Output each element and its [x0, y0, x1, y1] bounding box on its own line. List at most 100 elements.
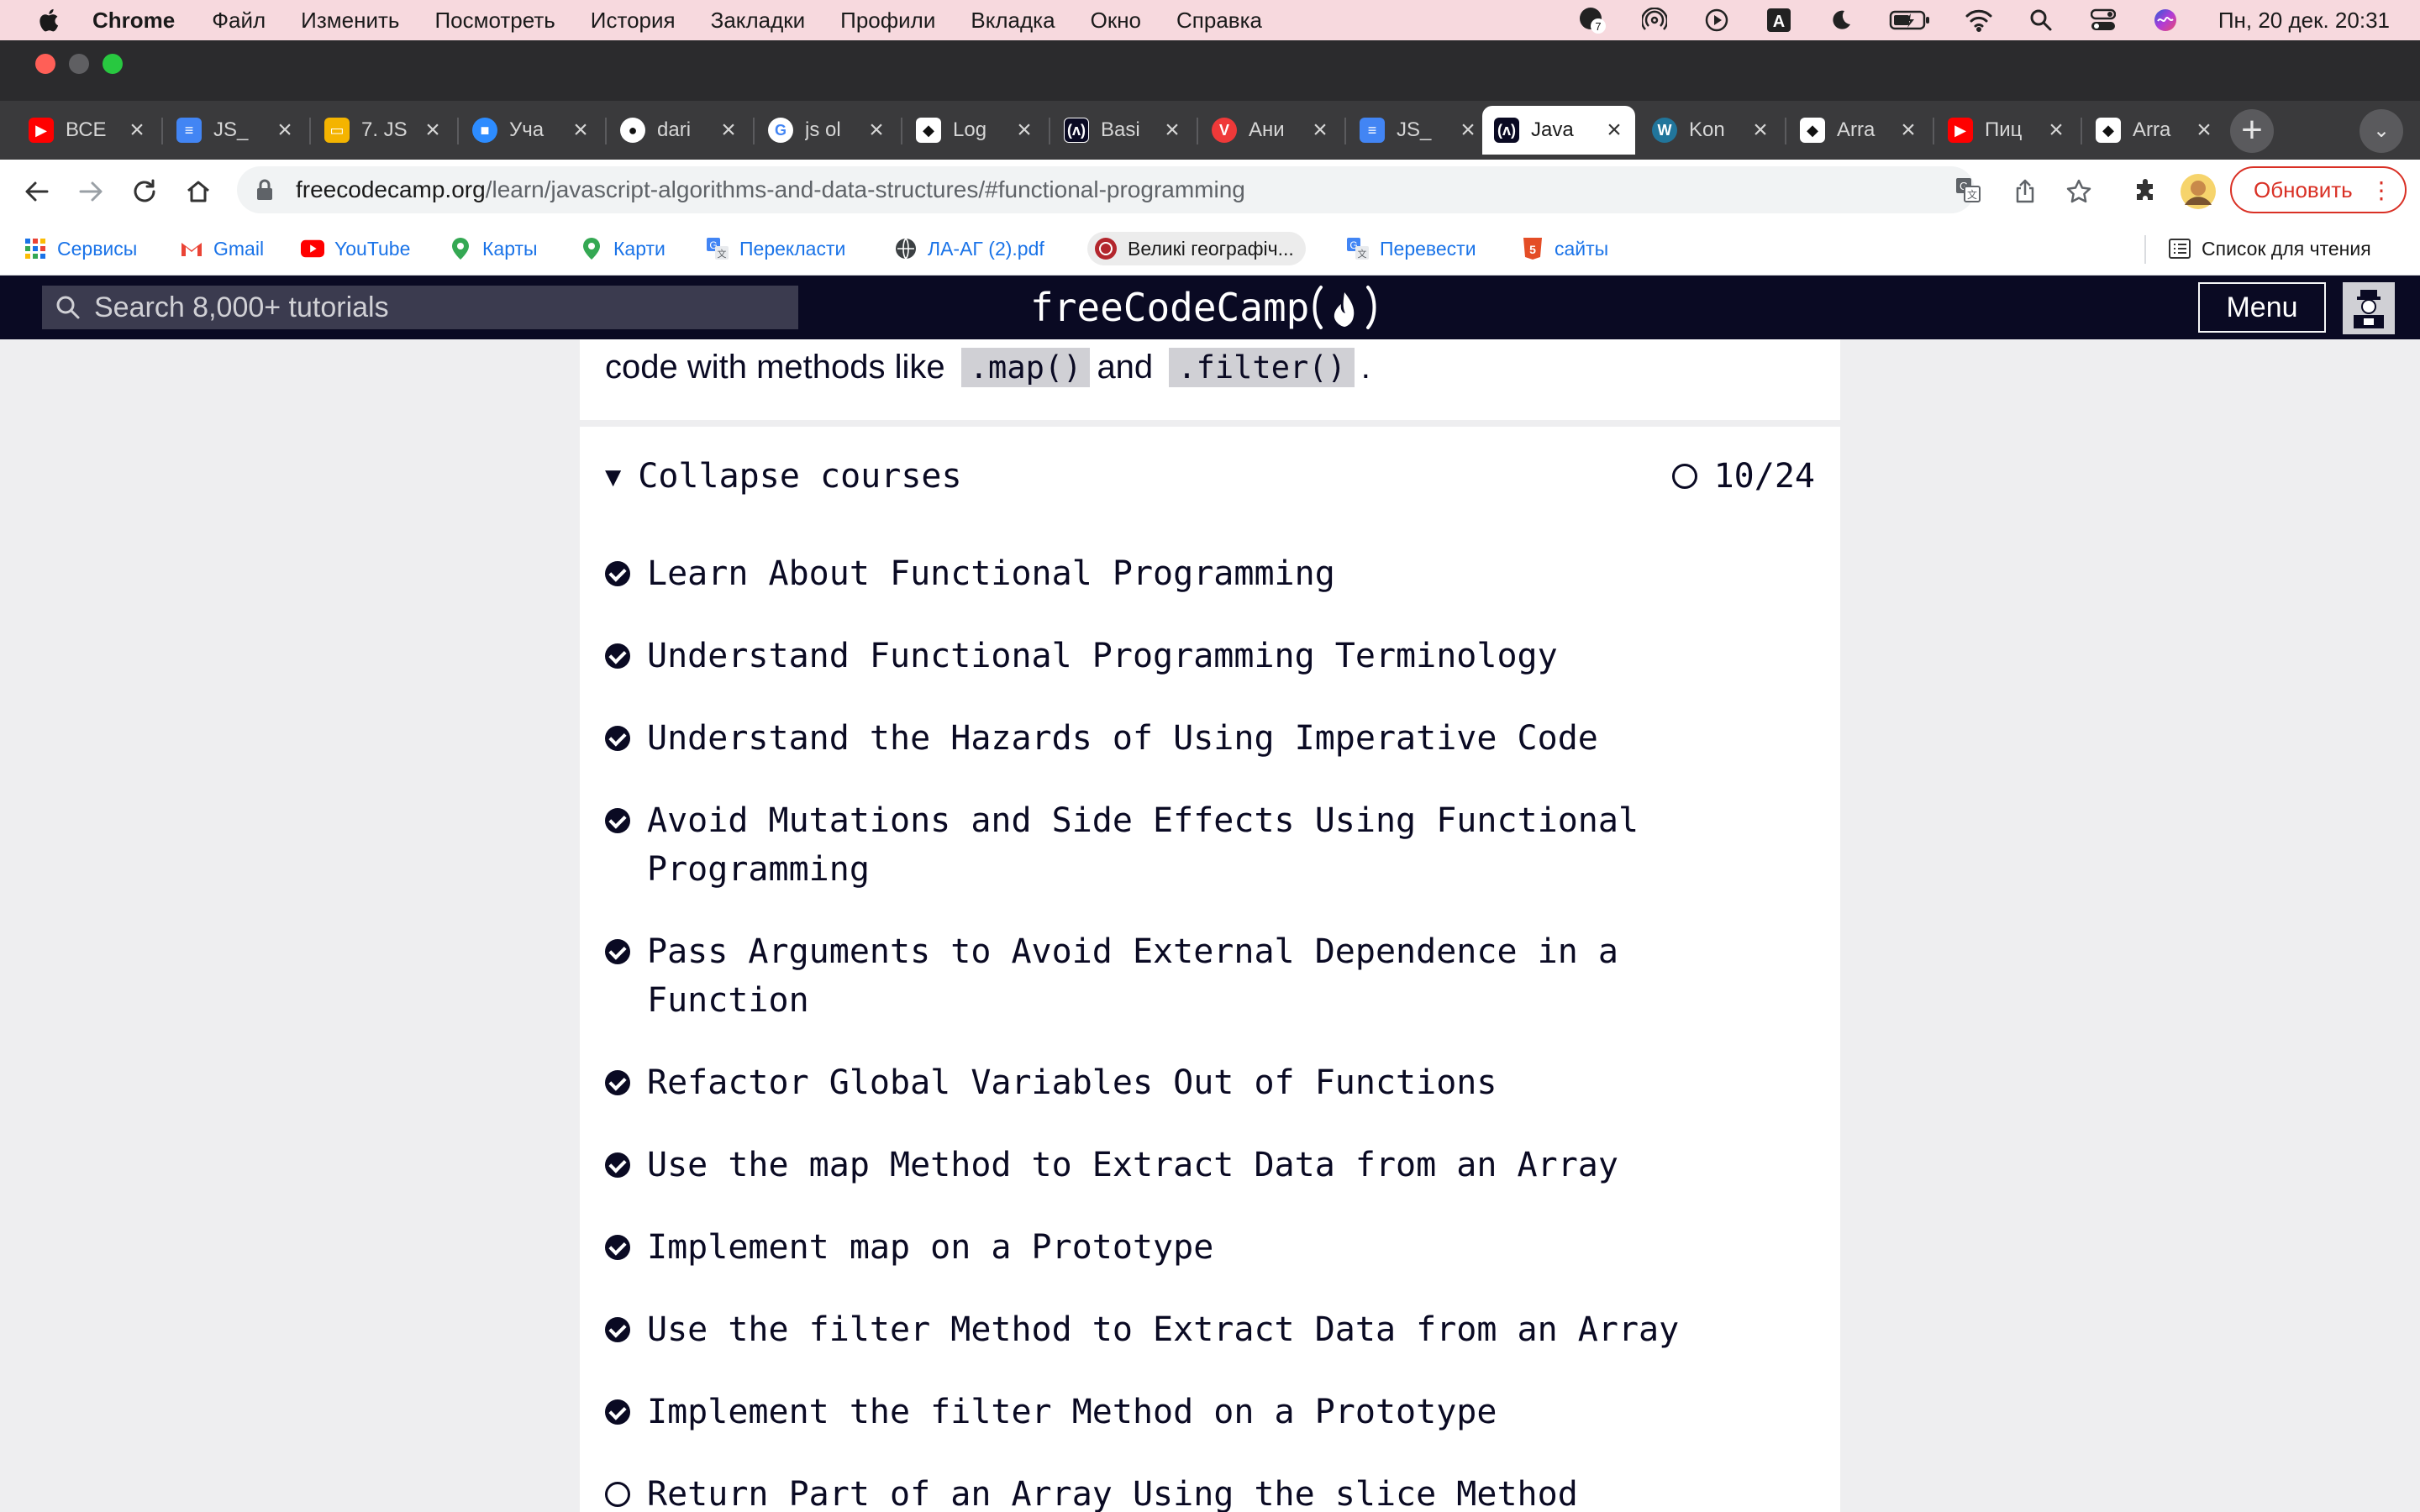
close-tab-icon[interactable]: ×: [1163, 118, 1181, 143]
tab-2[interactable]: ▭ 7. JS ×: [313, 106, 454, 155]
tab-1[interactable]: ≡ JS_ ×: [165, 106, 306, 155]
lesson-link[interactable]: Return Part of an Array Using the slice …: [605, 1470, 1798, 1512]
bookmark-maps-ua[interactable]: Карти: [580, 232, 666, 265]
menu-tab[interactable]: Вкладка: [971, 8, 1055, 34]
close-tab-icon[interactable]: ×: [867, 118, 886, 143]
fcc-menu-button[interactable]: Menu: [2198, 282, 2326, 333]
lesson-link[interactable]: Use the filter Method to Extract Data fr…: [605, 1305, 1798, 1354]
tab-14[interactable]: ◆ Arra ×: [2084, 106, 2225, 155]
translate-button[interactable]: G文: [1951, 170, 1985, 210]
airdrop-icon[interactable]: [1640, 6, 1669, 34]
tab-7[interactable]: (ʌ) Basi ×: [1052, 106, 1193, 155]
close-tab-icon[interactable]: ×: [424, 118, 442, 143]
close-tab-icon[interactable]: ×: [1459, 118, 1477, 143]
menu-history[interactable]: История: [591, 8, 676, 34]
menu-app-name[interactable]: Chrome: [92, 8, 175, 34]
apple-icon[interactable]: [37, 8, 59, 33]
notification-app-icon[interactable]: 7: [1578, 6, 1607, 34]
apps-grid-icon: [24, 237, 47, 260]
close-tab-icon[interactable]: ×: [571, 118, 590, 143]
menu-help[interactable]: Справка: [1176, 8, 1262, 34]
moon-icon[interactable]: [1827, 6, 1855, 34]
siri-icon[interactable]: [2151, 6, 2180, 34]
tab-10-active[interactable]: (ʌ) Java ×: [1482, 106, 1635, 155]
tab-6[interactable]: ◆ Log ×: [904, 106, 1045, 155]
menu-window[interactable]: Окно: [1091, 8, 1141, 34]
home-button[interactable]: [178, 171, 218, 212]
close-tab-icon[interactable]: ×: [1311, 118, 1329, 143]
close-tab-icon[interactable]: ×: [1605, 118, 1623, 143]
menu-file[interactable]: Файл: [212, 8, 266, 34]
lesson-link[interactable]: Avoid Mutations and Side Effects Using F…: [605, 796, 1697, 894]
check-circle-icon: [605, 1317, 630, 1342]
close-tab-icon[interactable]: ×: [1015, 118, 1034, 143]
tab-3[interactable]: ■ Уча ×: [460, 106, 602, 155]
bookmark-translate-ua[interactable]: G文 Перекласти: [706, 232, 845, 265]
menu-profiles[interactable]: Профили: [840, 8, 935, 34]
address-bar[interactable]: freecodecamp.org/learn/javascript-algori…: [237, 166, 1975, 213]
minimize-window-button[interactable]: [69, 54, 89, 74]
lesson-link[interactable]: Use the map Method to Extract Data from …: [605, 1141, 1798, 1189]
bookmark-apps[interactable]: Сервисы: [24, 232, 137, 265]
tab-0[interactable]: ▶ ВСЕ ×: [17, 106, 158, 155]
menu-bookmarks[interactable]: Закладки: [711, 8, 806, 34]
more-vert-icon[interactable]: ⋮: [2370, 175, 2393, 207]
bookmark-pdf[interactable]: ЛА-АГ (2).pdf: [894, 232, 1044, 265]
battery-icon[interactable]: [1889, 6, 1931, 34]
lesson-link[interactable]: Implement map on a Prototype: [605, 1223, 1798, 1272]
close-tab-icon[interactable]: ×: [2195, 118, 2213, 143]
bookmark-translate-ru[interactable]: G文 Перевести: [1346, 232, 1476, 265]
close-tab-icon[interactable]: ×: [1899, 118, 1918, 143]
bookmark-geography[interactable]: Великі географіч...: [1087, 232, 1306, 265]
update-chrome-button[interactable]: Обновить ⋮: [2230, 166, 2407, 213]
tab-5[interactable]: G js ol ×: [756, 106, 897, 155]
lock-icon[interactable]: [255, 179, 274, 201]
forward-button[interactable]: [71, 171, 111, 212]
tab-8[interactable]: V Ани ×: [1200, 106, 1341, 155]
lesson-link[interactable]: Pass Arguments to Avoid External Depende…: [605, 927, 1697, 1025]
close-tab-icon[interactable]: ×: [1751, 118, 1770, 143]
bookmark-gmail[interactable]: Gmail: [180, 232, 264, 265]
fcc-user-avatar[interactable]: [2343, 282, 2395, 334]
menu-edit[interactable]: Изменить: [301, 8, 399, 34]
lesson-link[interactable]: Implement the filter Method on a Prototy…: [605, 1388, 1798, 1436]
bookmark-sites[interactable]: 5 сайты: [1521, 232, 1608, 265]
input-source-icon[interactable]: A: [1765, 6, 1793, 34]
maximize-window-button[interactable]: [103, 54, 123, 74]
close-tab-icon[interactable]: ×: [719, 118, 738, 143]
tab-9[interactable]: ≡ JS_ ×: [1348, 106, 1489, 155]
play-icon[interactable]: [1702, 6, 1731, 34]
extensions-button[interactable]: [2126, 171, 2166, 212]
reload-button[interactable]: [124, 171, 165, 212]
share-button[interactable]: [2005, 171, 2045, 212]
menu-bar-clock[interactable]: Пн, 20 дек. 20:31: [2218, 8, 2390, 34]
reading-list-button[interactable]: Список для чтения: [2168, 232, 2371, 265]
tab-4[interactable]: ● dari ×: [608, 106, 750, 155]
close-tab-icon[interactable]: ×: [276, 118, 294, 143]
fcc-search-bar[interactable]: Search 8,000+ tutorials: [42, 286, 798, 329]
tab-13[interactable]: ▶ Пиц ×: [1936, 106, 2077, 155]
bookmark-youtube[interactable]: YouTube: [301, 232, 410, 265]
menu-view[interactable]: Посмотреть: [434, 8, 555, 34]
control-center-icon[interactable]: [2089, 6, 2118, 34]
lesson-link[interactable]: Understand Functional Programming Termin…: [605, 632, 1798, 680]
back-button[interactable]: [17, 171, 57, 212]
collapse-courses-toggle[interactable]: ▼ Collapse courses: [605, 457, 962, 496]
lesson-link[interactable]: Refactor Global Variables Out of Functio…: [605, 1058, 1798, 1107]
new-tab-button[interactable]: +: [2230, 109, 2274, 153]
tab-12[interactable]: ◆ Arra ×: [1788, 106, 1929, 155]
profile-avatar-button[interactable]: [2178, 171, 2218, 212]
close-tab-icon[interactable]: ×: [128, 118, 146, 143]
close-tab-icon[interactable]: ×: [2047, 118, 2065, 143]
fcc-logo[interactable]: freeCodeCamp: [1030, 281, 1380, 334]
back-arrow-icon: [25, 181, 49, 202]
close-window-button[interactable]: [35, 54, 55, 74]
tab-search-button[interactable]: ⌄: [2360, 109, 2403, 153]
tab-11[interactable]: W Kon ×: [1640, 106, 1781, 155]
lesson-link[interactable]: Understand the Hazards of Using Imperati…: [605, 714, 1798, 763]
spotlight-search-icon[interactable]: [2027, 6, 2055, 34]
lesson-link[interactable]: Learn About Functional Programming: [605, 549, 1798, 598]
bookmark-star-button[interactable]: [2059, 171, 2099, 212]
wifi-icon[interactable]: [1965, 6, 1993, 34]
bookmark-maps-ru[interactable]: Карты: [449, 232, 538, 265]
